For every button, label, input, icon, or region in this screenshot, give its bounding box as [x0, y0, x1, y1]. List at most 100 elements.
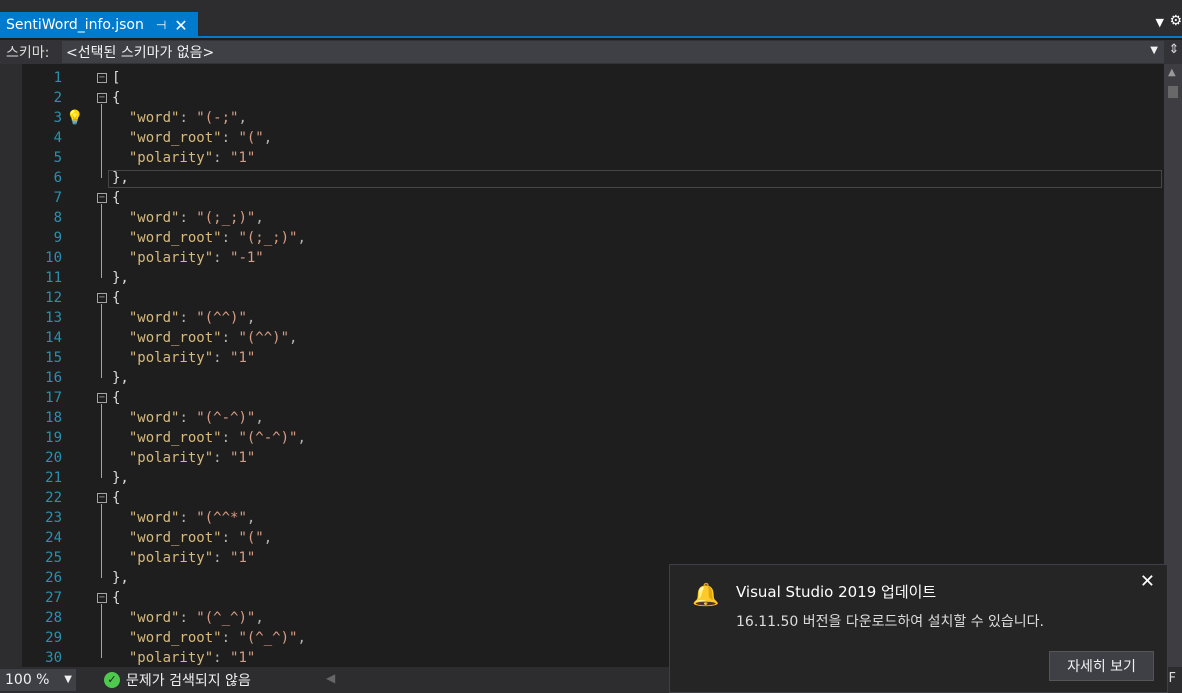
chevron-down-icon[interactable]: ▼: [1156, 16, 1164, 29]
collapse-icon[interactable]: −: [97, 493, 107, 503]
json-colon: :: [179, 210, 197, 226]
code-line[interactable]: 13 "word": "(^^)",: [0, 308, 1164, 328]
line-number: 21: [45, 470, 62, 486]
collapse-icon[interactable]: −: [97, 193, 107, 203]
scroll-left-icon[interactable]: ◀: [326, 671, 335, 685]
line-number: 9: [53, 230, 62, 246]
line-number: 17: [45, 390, 62, 406]
collapse-icon[interactable]: −: [97, 73, 107, 83]
line-number: 2: [53, 90, 62, 106]
close-icon[interactable]: ✕: [174, 16, 187, 35]
code-text: },: [112, 370, 129, 386]
code-line[interactable]: 22 −{: [0, 488, 1164, 508]
code-line[interactable]: 11},: [0, 268, 1164, 288]
json-colon: :: [221, 330, 239, 346]
code-text: "polarity": "1": [112, 548, 255, 568]
code-line[interactable]: 21},: [0, 468, 1164, 488]
split-window-button[interactable]: ⇕: [1166, 42, 1182, 64]
json-value: "1": [230, 650, 256, 666]
lightbulb-icon[interactable]: 💡: [66, 110, 83, 126]
json-comma: ,: [246, 510, 256, 526]
code-line[interactable]: 23 "word": "(^^*",: [0, 508, 1164, 528]
code-line[interactable]: 4 "word_root": "(",: [0, 128, 1164, 148]
code-line[interactable]: 15 "polarity": "1": [0, 348, 1164, 368]
gear-icon[interactable]: ⚙: [1169, 13, 1182, 29]
collapse-icon[interactable]: −: [97, 393, 107, 403]
zoom-dropdown[interactable]: 100 % ▼: [0, 669, 76, 691]
code-line[interactable]: 3 💡 "word": "(-;",: [0, 108, 1164, 128]
json-colon: :: [213, 250, 231, 266]
code-text: "word": "(^^*",: [112, 508, 255, 528]
fold-guide: [101, 104, 102, 178]
close-icon[interactable]: ✕: [1140, 571, 1155, 592]
code-text: "polarity": "-1": [112, 248, 264, 268]
json-comma: ,: [297, 230, 306, 246]
line-number: 28: [45, 610, 62, 626]
code-line[interactable]: 7 −{: [0, 188, 1164, 208]
code-text: "word": "(-;",: [112, 108, 247, 128]
line-number: 14: [45, 330, 62, 346]
code-text: {: [112, 90, 121, 106]
line-number: 15: [45, 350, 62, 366]
code-text: {: [112, 290, 121, 306]
json-value: "1": [230, 150, 256, 166]
pin-icon[interactable]: ⊣: [156, 18, 166, 32]
code-text: "polarity": "1": [112, 348, 255, 368]
code-line[interactable]: 24 "word_root": "(",: [0, 528, 1164, 548]
json-value: "1": [230, 550, 256, 566]
json-colon: :: [221, 630, 239, 646]
line-number: 27: [45, 590, 62, 606]
code-text: "word_root": "(^-^)",: [112, 428, 306, 448]
code-line[interactable]: 9 "word_root": "(;_;)",: [0, 228, 1164, 248]
collapse-icon[interactable]: −: [97, 593, 107, 603]
json-value: "(;_;)": [196, 210, 256, 226]
code-line[interactable]: 14 "word_root": "(^^)",: [0, 328, 1164, 348]
code-line[interactable]: 12 −{: [0, 288, 1164, 308]
code-line[interactable]: 20 "polarity": "1": [0, 448, 1164, 468]
issues-indicator[interactable]: ✓ 문제가 검색되지 않음: [104, 669, 251, 691]
code-text: "polarity": "1": [112, 148, 255, 168]
tab-title: SentiWord_info.json: [6, 17, 144, 33]
json-value: "(;_;)": [238, 230, 298, 246]
json-colon: :: [213, 550, 231, 566]
schema-dropdown[interactable]: <선택된 스키마가 없음> ▼: [62, 41, 1164, 63]
code-text: "word": "(^^)",: [112, 308, 255, 328]
json-comma: ,: [263, 130, 273, 146]
code-line[interactable]: 18 "word": "(^-^)",: [0, 408, 1164, 428]
code-text: },: [112, 170, 129, 186]
json-key: "word_root": [128, 130, 222, 146]
json-colon: :: [213, 650, 231, 666]
collapse-icon[interactable]: −: [97, 293, 107, 303]
code-line[interactable]: 17 −{: [0, 388, 1164, 408]
json-colon: :: [179, 110, 197, 126]
line-number: 20: [45, 450, 62, 466]
schema-bar: 스키마: <선택된 스키마가 없음> ▼: [0, 40, 1182, 64]
view-details-button[interactable]: 자세히 보기: [1049, 651, 1154, 681]
fold-guide: [101, 304, 102, 378]
code-line[interactable]: 19 "word_root": "(^-^)",: [0, 428, 1164, 448]
code-line[interactable]: 6},: [0, 168, 1164, 188]
scroll-up-icon[interactable]: ▲: [1168, 67, 1176, 78]
json-comma: ,: [255, 410, 264, 426]
line-number: 19: [45, 430, 62, 446]
code-text: "word_root": "(^_^)",: [112, 628, 306, 648]
scroll-thumb[interactable]: [1168, 86, 1178, 98]
code-line[interactable]: 5 "polarity": "1": [0, 148, 1164, 168]
json-value: "(^_^)": [196, 610, 256, 626]
json-colon: :: [221, 130, 239, 146]
code-line[interactable]: 16},: [0, 368, 1164, 388]
code-line[interactable]: 8 "word": "(;_;)",: [0, 208, 1164, 228]
json-value: "1": [230, 350, 256, 366]
line-number: 29: [45, 630, 62, 646]
code-text: {: [112, 490, 121, 506]
collapse-icon[interactable]: −: [97, 93, 107, 103]
document-tab-strip: SentiWord_info.json ⊣ ✕ ▼ ⚙: [0, 0, 1182, 38]
tab-sentiword-info[interactable]: SentiWord_info.json ⊣ ✕: [0, 12, 198, 38]
code-line[interactable]: 10 "polarity": "-1": [0, 248, 1164, 268]
json-key: "polarity": [128, 650, 214, 666]
code-line[interactable]: 2 −{: [0, 88, 1164, 108]
json-key: "polarity": [128, 350, 214, 366]
json-value: "(^^)": [238, 330, 290, 346]
code-line[interactable]: 1 −[: [0, 68, 1164, 88]
json-comma: ,: [246, 310, 256, 326]
